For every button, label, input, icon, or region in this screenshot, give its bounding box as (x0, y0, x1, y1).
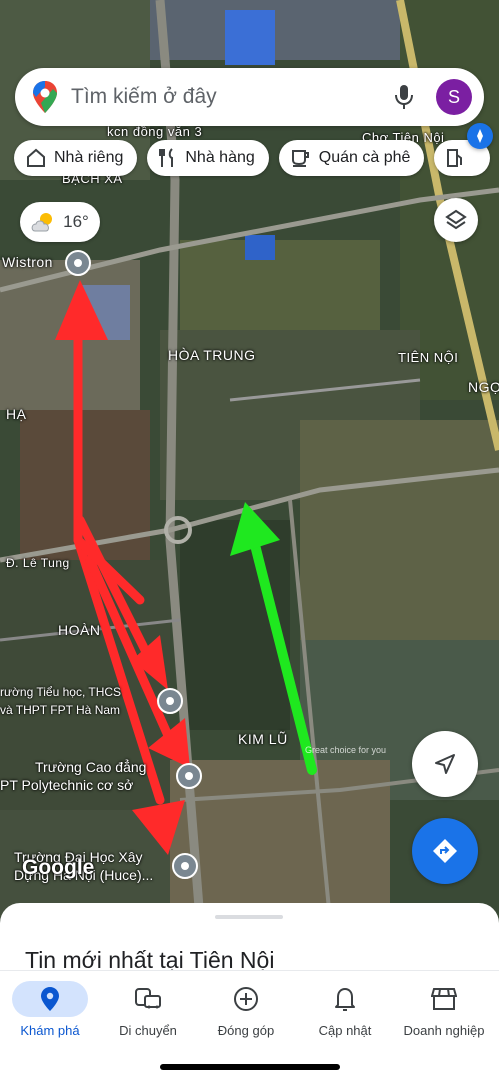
school-pin-icon[interactable] (157, 688, 183, 714)
nav-contribute-label: Đóng góp (217, 1023, 275, 1038)
poi-polytechnic-line1: Trường Cao đẳng (35, 759, 147, 775)
avatar[interactable]: S (436, 79, 472, 115)
place-ha[interactable]: HẠ (6, 406, 26, 422)
store-icon (431, 988, 457, 1010)
nav-business[interactable]: Doanh nghiệp (394, 971, 494, 1038)
mic-icon[interactable] (394, 83, 414, 111)
layers-button[interactable] (434, 198, 478, 242)
chip-coffee[interactable]: Quán cà phê (278, 140, 425, 176)
layers-icon (445, 209, 467, 230)
road-le-tung[interactable]: Đ. Lê Tung (6, 556, 70, 570)
restaurant-icon (159, 148, 174, 167)
directions-icon (433, 839, 457, 863)
sheet-drag-handle[interactable] (215, 915, 283, 919)
navigation-arrow-icon (435, 754, 455, 774)
poi-fpt-school-line2: và THPT FPT Hà Nam (0, 703, 121, 717)
bell-icon (335, 988, 355, 1011)
search-bar[interactable]: Tìm kiếm ở đây S (15, 68, 484, 126)
home-icon (27, 148, 45, 167)
directions-button[interactable] (412, 818, 478, 884)
search-input[interactable]: Tìm kiếm ở đây (71, 85, 394, 109)
category-chips: Nhà riêng Nhà hàng Quán cà phê (14, 140, 491, 176)
my-location-button[interactable] (412, 731, 478, 797)
nav-contribute[interactable]: Đóng góp (196, 971, 296, 1038)
place-kcn[interactable]: kcn đồng văn 3 (107, 124, 202, 139)
watermark-text: Great choice for you (305, 745, 387, 755)
nav-updates[interactable]: Cập nhật (295, 971, 395, 1038)
weather-temp: 16° (63, 212, 89, 231)
place-wistron[interactable]: Wistron (2, 254, 53, 270)
home-indicator[interactable] (160, 1064, 340, 1070)
place-hoan[interactable]: HOÀN (58, 622, 100, 638)
gas-station-icon (447, 149, 463, 167)
nav-explore[interactable]: Khám phá (0, 971, 100, 1038)
google-maps-pin-icon (33, 81, 57, 113)
nav-business-label: Doanh nghiệp (403, 1023, 485, 1038)
nav-explore-indicator (12, 981, 88, 1017)
chip-home[interactable]: Nhà riêng (14, 140, 138, 176)
weather-badge[interactable]: 16° (20, 202, 100, 242)
wistron-pin-icon[interactable] (65, 250, 91, 276)
chip-restaurant[interactable]: Nhà hàng (147, 140, 269, 176)
poi-polytechnic[interactable]: Trường Cao đẳng PT Polytechnic cơ sở (0, 758, 146, 794)
chip-home-label: Nhà riêng (54, 149, 124, 166)
nav-updates-label: Cập nhật (318, 1023, 372, 1038)
nav-commute[interactable]: Di chuyển (98, 971, 198, 1038)
poi-fpt-school[interactable]: rường Tiểu học, THCS và THPT FPT Hà Nam (0, 683, 121, 719)
compass-icon (477, 129, 483, 143)
place-kim-lu[interactable]: KIM LŨ (238, 731, 288, 747)
poi-fpt-school-line1: rường Tiểu học, THCS (0, 685, 122, 699)
nav-explore-label: Khám phá (20, 1023, 80, 1038)
compass-button[interactable] (467, 123, 493, 149)
commute-icon (135, 988, 161, 1009)
nav-commute-label: Di chuyển (119, 1023, 177, 1038)
explore-pin-icon (41, 987, 59, 1011)
college-pin-icon[interactable] (176, 763, 202, 789)
place-ngoc[interactable]: NGỌ (468, 379, 499, 395)
add-circle-icon (234, 987, 258, 1011)
chip-coffee-label: Quán cà phê (318, 149, 411, 166)
poi-polytechnic-line2: PT Polytechnic cơ sở (0, 777, 134, 793)
coffee-icon (291, 150, 309, 167)
place-tien-noi[interactable]: TIÊN NỘI (398, 350, 458, 365)
place-hoa-trung[interactable]: HÒA TRUNG (168, 347, 255, 363)
partly-cloudy-icon (31, 213, 53, 232)
google-logo: Google (22, 856, 95, 879)
chip-restaurant-label: Nhà hàng (185, 149, 255, 166)
university-pin-icon[interactable] (172, 853, 198, 879)
